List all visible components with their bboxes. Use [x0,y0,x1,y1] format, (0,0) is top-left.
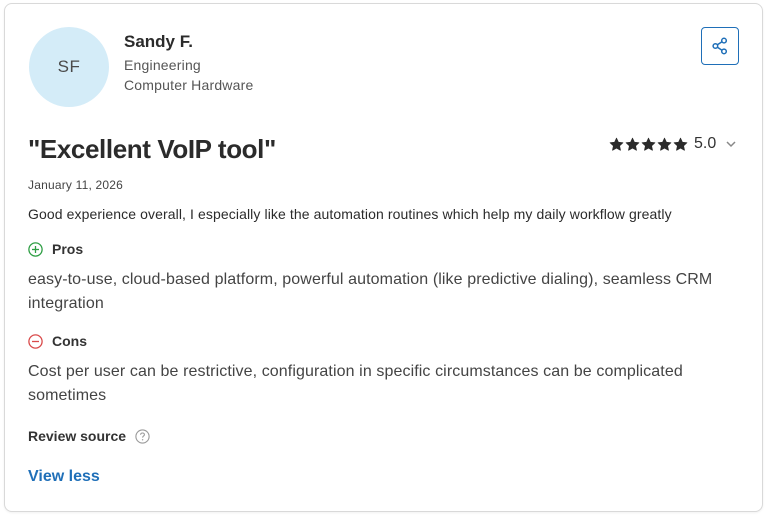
minus-circle-icon [28,333,43,349]
chevron-down-icon [726,141,736,148]
star-icon [641,137,656,151]
rating-value: 5.0 [694,135,717,152]
star-icon [625,137,640,151]
reviewer-role: Engineering [124,57,201,73]
star-rating [609,137,688,152]
star-icon [673,137,688,151]
pros-label: Pros [52,241,84,257]
avatar-initials: SF [57,57,81,76]
reviewer-name: Sandy F. [124,32,193,51]
pros-text: easy-to-use, cloud-based platform, power… [28,271,713,312]
star-icon [657,137,672,151]
rating-dropdown[interactable]: 5.0 [609,134,737,154]
review-date: January 11, 2026 [28,178,124,192]
cons-text: Cost per user can be restrictive, config… [28,363,683,404]
review-summary: Good experience overall, I especially li… [28,206,672,222]
question-circle-icon[interactable] [135,428,150,444]
star-icon [609,137,624,151]
review-title: "Excellent VoIP tool" [28,134,276,164]
avatar: SF [29,27,109,107]
review-card: SF Sandy F. Engineering Computer Hardwar… [4,3,763,512]
reviewer-industry: Computer Hardware [124,77,254,93]
share-button[interactable] [701,27,739,65]
plus-circle-icon [28,241,43,257]
share-icon [712,37,728,55]
review-source: Review source [28,428,150,444]
pros-heading: Pros [28,241,83,257]
view-less-link[interactable]: View less [28,468,100,486]
cons-label: Cons [52,333,87,349]
review-source-label: Review source [28,428,127,444]
cons-heading: Cons [28,333,87,349]
